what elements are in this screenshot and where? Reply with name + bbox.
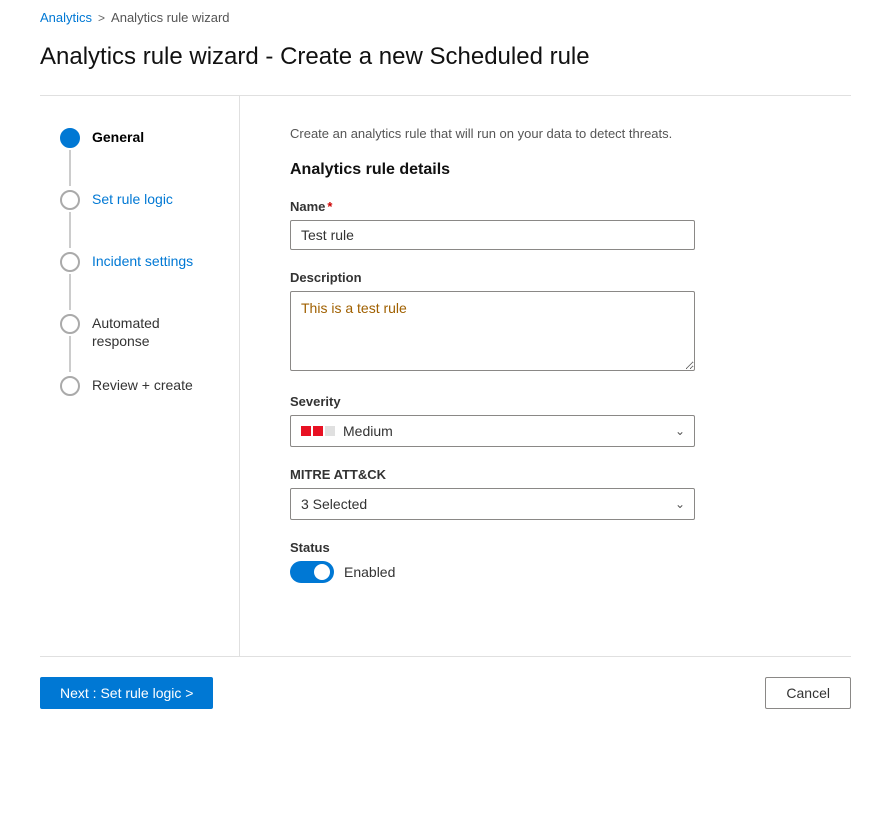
name-field: Name* [290, 199, 831, 250]
description-textarea[interactable]: This is a test rule [290, 291, 695, 371]
wizard-nav: General Set rule logic Incident settings [0, 96, 240, 656]
intro-text: Create an analytics rule that will run o… [290, 126, 831, 141]
nav-step-automated-response: Automated response [60, 312, 209, 374]
next-button[interactable]: Next : Set rule logic > [40, 677, 213, 709]
step-line-4 [69, 336, 71, 372]
mitre-label: MITRE ATT&CK [290, 467, 831, 482]
severity-icons [301, 426, 335, 436]
step-circle-review-create [60, 376, 80, 396]
severity-sq-3 [325, 426, 335, 436]
mitre-select[interactable]: 3 Selected [290, 488, 695, 520]
description-field: Description This is a test rule [290, 270, 831, 374]
nav-step-set-rule-logic: Set rule logic [60, 188, 209, 250]
mitre-chevron-icon: ⌄ [675, 497, 685, 511]
name-label: Name* [290, 199, 831, 214]
step-line-3 [69, 274, 71, 310]
status-toggle-label: Enabled [344, 564, 395, 580]
step-label-general[interactable]: General [92, 126, 144, 146]
wizard-footer: Next : Set rule logic > Cancel [0, 657, 891, 729]
severity-select[interactable]: Medium [290, 415, 695, 447]
severity-sq-1 [301, 426, 311, 436]
severity-label: Severity [290, 394, 831, 409]
section-title: Analytics rule details [290, 161, 831, 179]
breadcrumb-current: Analytics rule wizard [111, 10, 230, 25]
wizard-content: Create an analytics rule that will run o… [240, 96, 891, 656]
step-label-automated-response[interactable]: Automated response [92, 312, 209, 350]
step-label-set-rule-logic[interactable]: Set rule logic [92, 188, 173, 208]
cancel-button[interactable]: Cancel [765, 677, 851, 709]
mitre-value: 3 Selected [301, 496, 367, 512]
severity-select-wrapper[interactable]: Medium ⌄ [290, 415, 695, 447]
toggle-thumb [314, 564, 330, 580]
step-circle-general [60, 128, 80, 148]
mitre-field: MITRE ATT&CK 3 Selected ⌄ [290, 467, 831, 520]
step-circle-automated-response [60, 314, 80, 334]
step-circle-set-rule-logic [60, 190, 80, 210]
step-line-1 [69, 150, 71, 186]
breadcrumb: Analytics > Analytics rule wizard [0, 0, 891, 35]
nav-step-incident-settings: Incident settings [60, 250, 209, 312]
severity-chevron-icon: ⌄ [675, 424, 685, 438]
breadcrumb-separator: > [98, 11, 105, 25]
mitre-select-wrapper[interactable]: 3 Selected ⌄ [290, 488, 695, 520]
nav-step-general: General [60, 126, 209, 188]
severity-field: Severity Medium ⌄ [290, 394, 831, 447]
status-field: Status Enabled [290, 540, 831, 583]
name-input[interactable] [290, 220, 695, 250]
step-circle-incident-settings [60, 252, 80, 272]
status-label: Status [290, 540, 831, 555]
severity-value: Medium [343, 423, 393, 439]
status-toggle[interactable] [290, 561, 334, 583]
step-label-incident-settings[interactable]: Incident settings [92, 250, 193, 270]
step-label-review-create[interactable]: Review + create [92, 374, 193, 394]
toggle-wrapper: Enabled [290, 561, 831, 583]
severity-sq-2 [313, 426, 323, 436]
description-label: Description [290, 270, 831, 285]
step-line-2 [69, 212, 71, 248]
nav-step-review-create: Review + create [60, 374, 209, 396]
page-title: Analytics rule wizard - Create a new Sch… [0, 35, 891, 95]
breadcrumb-analytics[interactable]: Analytics [40, 10, 92, 25]
